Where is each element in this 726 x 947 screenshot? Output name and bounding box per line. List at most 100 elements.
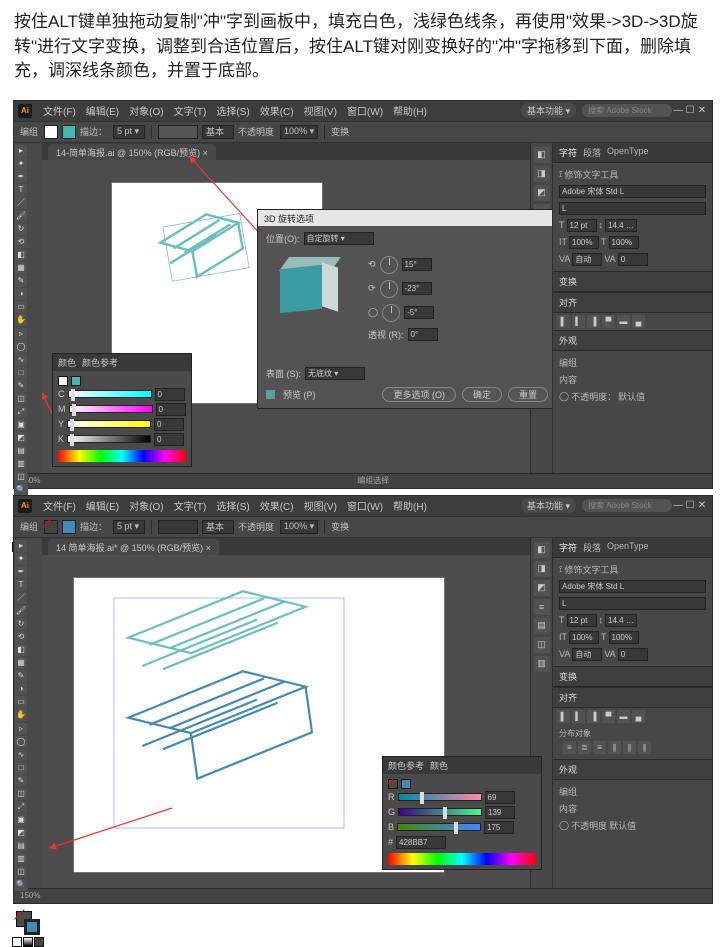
tool-rect[interactable]: □ xyxy=(15,367,27,379)
ot-tab[interactable]: OpenType xyxy=(607,541,649,554)
spectrum-bar[interactable] xyxy=(388,853,536,865)
window-controls[interactable]: —☐✕ xyxy=(672,500,708,511)
dial-z[interactable] xyxy=(382,304,400,322)
opacity-input[interactable]: 100% ▾ xyxy=(280,520,318,534)
appearance-header[interactable]: 外观 xyxy=(553,330,712,351)
canvas-area[interactable]: 14-简单海报.ai @ 150% (RGB/预览) × 颜色 颜色参考 xyxy=(42,143,552,473)
align-vcenter[interactable]: ▬ xyxy=(617,315,630,328)
panel-icon[interactable]: ◫ xyxy=(534,637,550,653)
tool-eraser[interactable]: ◫ xyxy=(15,788,27,800)
align-hcenter[interactable]: ▍ xyxy=(572,315,585,328)
align-top[interactable]: ▀ xyxy=(602,315,615,328)
menu-object[interactable]: 对象(O) xyxy=(124,498,168,513)
transform-link[interactable]: 变换 xyxy=(331,125,349,138)
touch-type-label[interactable]: 修饰文字工具 xyxy=(564,168,618,181)
panel-icon[interactable]: ◨ xyxy=(534,561,550,577)
tool-direct-select[interactable]: ▹ xyxy=(15,723,27,735)
stroke-swatch[interactable] xyxy=(62,520,76,534)
menu-type[interactable]: 文字(T) xyxy=(169,498,212,513)
font-size[interactable]: 12 pt xyxy=(567,219,597,232)
stock-search[interactable]: 搜索 Adobe Stock xyxy=(582,104,672,117)
color-tab[interactable]: 颜色 xyxy=(430,759,448,772)
none-mode[interactable] xyxy=(34,937,44,947)
tool-lasso[interactable]: ◯ xyxy=(15,736,27,748)
reset-button[interactable]: 重置 xyxy=(508,387,548,402)
kerning[interactable]: 自动 xyxy=(572,648,602,661)
tool-selection[interactable]: ▸ xyxy=(15,145,27,157)
panel-icon[interactable]: ◧ xyxy=(534,147,550,163)
tool-gradient[interactable]: ▤ xyxy=(15,840,27,852)
align-left[interactable]: ▌ xyxy=(557,315,570,328)
align-right[interactable]: ▐ xyxy=(587,315,600,328)
tool-selection[interactable]: ▸ xyxy=(15,540,27,552)
tool-magic-wand[interactable]: ✦ xyxy=(15,553,27,565)
more-options-button[interactable]: 更多选项 (O) xyxy=(382,387,456,402)
menu-file[interactable]: 文件(F) xyxy=(38,498,81,513)
panel-icon[interactable]: ▤ xyxy=(534,618,550,634)
tool-type[interactable]: T xyxy=(15,184,27,196)
tool-mesh[interactable]: ▦ xyxy=(15,262,27,274)
tool-column-graph[interactable]: ▥ xyxy=(15,853,27,865)
angle-z[interactable]: -5° xyxy=(404,306,434,319)
tool-curvature[interactable]: ∿ xyxy=(15,749,27,761)
tool-perspective[interactable]: ◩ xyxy=(15,827,27,839)
color-panel-popup[interactable]: 颜色 颜色参考 C0 M0 Y0 K0 xyxy=(52,353,192,467)
dist-h-left[interactable]: ∥ xyxy=(608,741,621,754)
fill-swatch[interactable] xyxy=(44,125,58,139)
tool-shape-builder[interactable]: ◧ xyxy=(15,249,27,261)
tool-width[interactable]: ⟲ xyxy=(15,236,27,248)
tool-pencil[interactable]: ✎ xyxy=(15,380,27,392)
tool-direct-select[interactable]: ▹ xyxy=(15,328,27,340)
panel-icon[interactable]: ≡ xyxy=(534,599,550,615)
workspace-dropdown[interactable]: 基本功能 ▾ xyxy=(521,103,576,118)
para-tab[interactable]: 段落 xyxy=(583,146,601,159)
workspace-dropdown[interactable]: 基本功能 ▾ xyxy=(521,498,576,513)
menu-select[interactable]: 选择(S) xyxy=(211,498,254,513)
tool-zoom[interactable]: 🔍 xyxy=(15,879,27,891)
tool-line[interactable]: ／ xyxy=(15,197,27,209)
style-input[interactable]: 基本 xyxy=(202,520,234,534)
menu-object[interactable]: 对象(O) xyxy=(124,103,168,118)
tool-eyedropper[interactable]: ✎ xyxy=(15,275,27,287)
menu-help[interactable]: 帮助(H) xyxy=(388,103,432,118)
tool-free-transform[interactable]: ▣ xyxy=(15,814,27,826)
tool-pen[interactable]: ✒ xyxy=(15,171,27,183)
panel-icon[interactable]: ◧ xyxy=(534,542,550,558)
tool-column-graph[interactable]: ▥ xyxy=(15,458,27,470)
tool-slice[interactable]: ◫ xyxy=(15,471,27,483)
stroke-weight-input[interactable]: 5 pt ▾ xyxy=(113,520,145,534)
h-scale[interactable]: 100% xyxy=(609,631,639,644)
tool-gradient[interactable]: ▤ xyxy=(15,445,27,457)
color-guide-tab[interactable]: 颜色参考 xyxy=(388,759,424,772)
tool-pen[interactable]: ✒ xyxy=(15,566,27,578)
align-left[interactable]: ▌ xyxy=(557,710,570,723)
tool-rect[interactable]: □ xyxy=(15,762,27,774)
tool-pencil[interactable]: ✎ xyxy=(15,775,27,787)
tool-curvature[interactable]: ∿ xyxy=(15,354,27,366)
angle-x[interactable]: 15° xyxy=(402,258,432,271)
tool-scale[interactable]: ⤢ xyxy=(15,406,27,418)
menu-select[interactable]: 选择(S) xyxy=(211,103,254,118)
char-tab[interactable]: 字符 xyxy=(559,146,577,159)
transform-panel-header[interactable]: 变换 xyxy=(553,666,712,687)
font-family[interactable]: Adobe 宋体 Std L xyxy=(559,185,706,198)
opacity-input[interactable]: 100% ▾ xyxy=(280,125,318,139)
color-panel-popup-rgb[interactable]: 颜色参考 颜色 R69 G139 B175 #428BB7 xyxy=(382,756,542,870)
leading[interactable]: 14.4 … xyxy=(605,614,637,627)
tool-free-transform[interactable]: ▣ xyxy=(15,419,27,431)
brush-input[interactable] xyxy=(158,520,198,534)
tool-rotate[interactable]: ↻ xyxy=(15,223,27,235)
tool-hand[interactable]: ✋ xyxy=(15,314,27,326)
stock-search[interactable]: 搜索 Adobe Stock xyxy=(582,499,672,512)
rotation-cube[interactable] xyxy=(272,253,342,323)
menu-file[interactable]: 文件(F) xyxy=(38,103,81,118)
tool-blend[interactable]: ◑ xyxy=(15,288,27,300)
style-input[interactable]: 基本 xyxy=(202,125,234,139)
document-tab[interactable]: 14 简单海报.ai* @ 150% (RGB/预览) × xyxy=(48,539,219,555)
dist-h-right[interactable]: ∥ xyxy=(638,741,651,754)
appearance-opacity-value[interactable]: 默认值 xyxy=(618,390,645,403)
v-scale[interactable]: 100% xyxy=(569,236,599,249)
h-scale[interactable]: 100% xyxy=(609,236,639,249)
tool-eyedropper[interactable]: ✎ xyxy=(15,670,27,682)
tool-rotate[interactable]: ↻ xyxy=(15,618,27,630)
